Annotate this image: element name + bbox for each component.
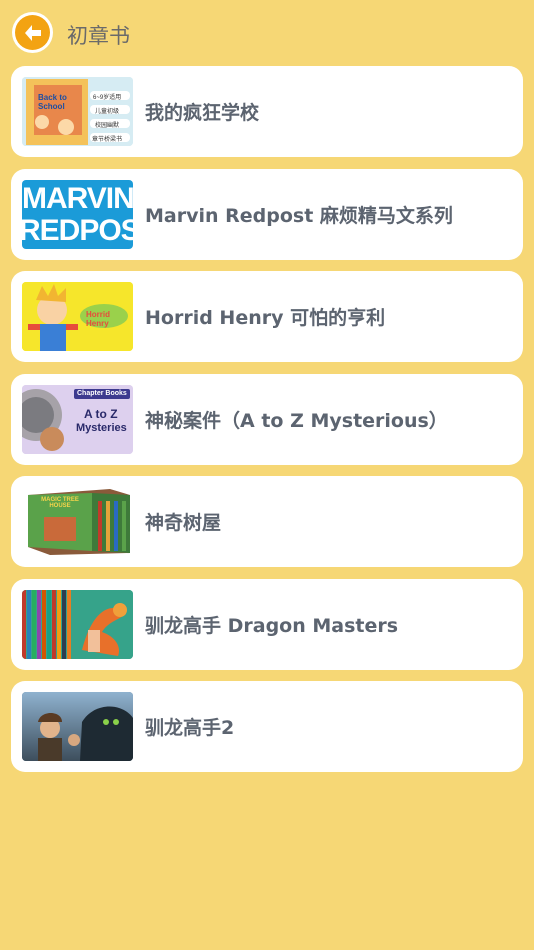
book-cover	[22, 692, 133, 761]
book-card[interactable]: Back to School 6~9岁适用 儿童初级 校园幽默 章节桥梁书 我的…	[11, 66, 523, 157]
book-title: Horrid Henry 可怕的亨利	[145, 307, 386, 329]
header: 初章书	[0, 0, 534, 66]
back-arrow-icon	[15, 15, 50, 50]
book-cover: MARVIN REDPOST	[22, 179, 133, 249]
book-cover: Back to School 6~9岁适用 儿童初级 校园幽默 章节桥梁书	[22, 77, 133, 146]
book-title: 驯龙高手2	[145, 717, 235, 739]
back-button[interactable]	[12, 12, 53, 53]
page-title: 初章书	[67, 24, 130, 48]
book-title: 神奇树屋	[145, 512, 222, 534]
book-cover: MAGIC TREE HOUSE	[22, 487, 133, 556]
book-cover: Chapter Books A to Z Mysteries	[22, 384, 133, 454]
book-title: Marvin Redpost 麻烦精马文系列	[145, 204, 453, 227]
book-title: 我的疯狂学校	[145, 102, 260, 124]
book-cover	[22, 589, 133, 659]
book-card[interactable]: 驯龙高手 Dragon Masters	[11, 578, 523, 670]
book-cover: Horrid Henry	[22, 282, 133, 351]
book-card[interactable]: 驯龙高手2	[11, 681, 523, 772]
book-title: 神秘案件（A to Z Mysterious）	[145, 409, 448, 432]
book-card[interactable]: MAGIC TREE HOUSE 神奇树屋	[11, 476, 523, 567]
book-card[interactable]: Horrid Henry Horrid Henry 可怕的亨利	[11, 271, 523, 362]
book-title: 驯龙高手 Dragon Masters	[145, 614, 399, 637]
book-card[interactable]: Chapter Books A to Z Mysteries 神秘案件（A to…	[11, 373, 523, 465]
book-list: Back to School 6~9岁适用 儿童初级 校园幽默 章节桥梁书 我的…	[0, 66, 534, 772]
book-card[interactable]: MARVIN REDPOST Marvin Redpost 麻烦精马文系列	[11, 168, 523, 260]
